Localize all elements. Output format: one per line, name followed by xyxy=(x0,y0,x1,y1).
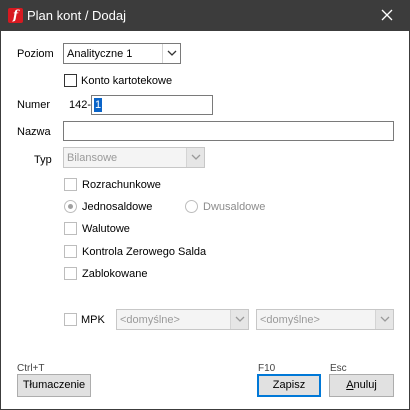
chevron-down-icon xyxy=(235,316,245,322)
chevron-down-icon xyxy=(191,154,201,160)
tlumaczenie-button[interactable]: Tłumaczenie xyxy=(17,374,91,397)
zapisz-button[interactable]: Zapisz xyxy=(257,374,321,397)
numer-prefix: 142- xyxy=(69,99,92,111)
radio-selected-dot xyxy=(68,204,73,209)
anuluj-button[interactable]: Anuluj xyxy=(329,374,394,397)
poziom-dropdown-arrow[interactable] xyxy=(162,44,180,63)
walutowe-checkbox[interactable] xyxy=(64,222,77,235)
jednosaldowe-label: Jednosaldowe xyxy=(82,201,153,213)
close-icon xyxy=(381,9,393,21)
numer-label: Numer xyxy=(17,99,51,111)
nazwa-label: Nazwa xyxy=(17,126,51,138)
walutowe-label: Walutowe xyxy=(82,223,130,235)
poziom-select[interactable]: Analityczne 1 xyxy=(63,43,181,64)
window-title: Plan kont / Dodaj xyxy=(27,8,127,23)
rozrachunkowe-checkbox[interactable] xyxy=(64,178,77,191)
app-logo-icon: f xyxy=(8,8,23,23)
konto-kartotekowe-checkbox[interactable] xyxy=(64,74,77,87)
numer-input-value: 1 xyxy=(94,98,103,112)
typ-dropdown-arrow[interactable] xyxy=(186,148,204,167)
nazwa-input[interactable] xyxy=(63,121,394,141)
rozrachunkowe-label: Rozrachunkowe xyxy=(82,179,161,191)
dialog-window: f Plan kont / Dodaj Poziom Analityczne 1… xyxy=(0,0,410,410)
mpk-select-2[interactable]: <domyślne> xyxy=(256,309,394,330)
poziom-select-value: Analityczne 1 xyxy=(67,48,133,60)
mpk-select-2-arrow[interactable] xyxy=(375,310,393,329)
typ-select[interactable]: Bilansowe xyxy=(63,147,205,168)
zablokowane-label: Zablokowane xyxy=(82,268,148,280)
mpk-checkbox[interactable] xyxy=(64,313,77,326)
anuluj-accelerator: A xyxy=(346,379,354,391)
konto-kartotekowe-label: Konto kartotekowe xyxy=(81,75,173,87)
zablokowane-checkbox[interactable] xyxy=(64,267,77,280)
close-button[interactable] xyxy=(365,1,409,31)
mpk-select-2-value: <domyślne> xyxy=(260,314,320,326)
mpk-select-1[interactable]: <domyślne> xyxy=(116,309,249,330)
anuluj-label-rest: nuluj xyxy=(353,379,377,391)
kontrola-zerowego-salda-checkbox[interactable] xyxy=(64,245,77,258)
dwusaldowe-radio[interactable] xyxy=(185,200,198,213)
numer-input[interactable]: 1 xyxy=(91,95,213,115)
dwusaldowe-label: Dwusaldowe xyxy=(203,201,266,213)
jednosaldowe-radio[interactable] xyxy=(64,200,77,213)
chevron-down-icon xyxy=(380,316,390,322)
chevron-down-icon xyxy=(167,50,177,56)
kontrola-zerowego-salda-label: Kontrola Zerowego Salda xyxy=(82,246,207,258)
typ-select-value: Bilansowe xyxy=(67,152,118,164)
typ-label: Typ xyxy=(34,154,52,166)
poziom-label: Poziom xyxy=(17,48,54,60)
title-bar[interactable]: f Plan kont / Dodaj xyxy=(1,1,409,31)
mpk-select-1-arrow[interactable] xyxy=(230,310,248,329)
mpk-label: MPK xyxy=(81,314,105,326)
mpk-select-1-value: <domyślne> xyxy=(120,314,180,326)
